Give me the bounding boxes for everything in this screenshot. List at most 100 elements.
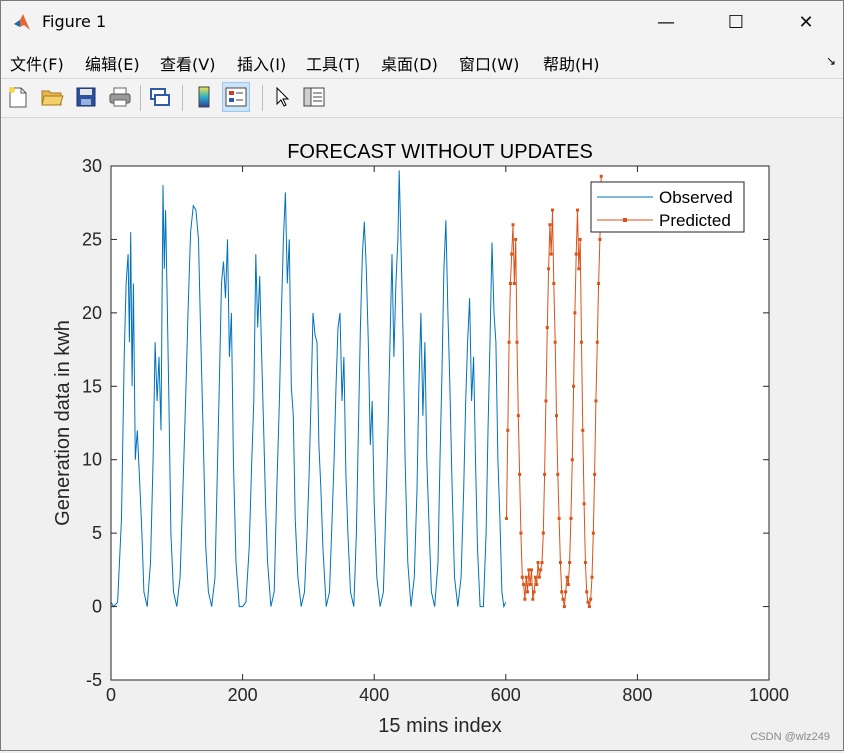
- matlab-logo-icon: [14, 14, 30, 30]
- data-point-predicted: [558, 561, 562, 565]
- x-axis-label: 15 mins index: [378, 715, 501, 737]
- data-point-predicted: [522, 583, 526, 587]
- data-point-predicted: [570, 458, 574, 462]
- data-point-predicted: [548, 223, 552, 227]
- toolbar-separator: [262, 85, 263, 111]
- line-chart[interactable]: 0 200 400 600 800 1000-5051015202530FORECAST …: [2, 118, 842, 749]
- property-inspector-icon[interactable]: [300, 82, 328, 112]
- data-point-predicted: [578, 237, 582, 241]
- y-tick-label: 20: [82, 303, 102, 323]
- data-point-predicted: [519, 531, 523, 535]
- x-tick-label: 800: [622, 685, 652, 705]
- toolbar-separator: [140, 85, 141, 111]
- data-point-predicted: [557, 516, 561, 520]
- data-point-predicted: [526, 590, 530, 594]
- colorbar-icon[interactable]: [190, 82, 218, 112]
- data-point-predicted: [573, 311, 577, 315]
- data-point-predicted: [504, 516, 508, 520]
- data-point-predicted: [514, 237, 518, 241]
- data-point-predicted: [576, 208, 580, 212]
- data-point-predicted: [564, 590, 568, 594]
- new-figure-icon[interactable]: [4, 82, 32, 112]
- data-point-predicted: [520, 575, 524, 579]
- minimize-button[interactable]: —: [644, 8, 688, 36]
- menu-help[interactable]: 帮助(H): [543, 51, 600, 75]
- data-point-predicted: [523, 597, 527, 601]
- y-tick-label: 25: [82, 229, 102, 249]
- data-point-predicted: [545, 326, 549, 330]
- dock-arrow-icon[interactable]: ↘: [826, 54, 836, 68]
- data-point-predicted: [577, 267, 581, 271]
- link-plot-icon[interactable]: [146, 82, 174, 112]
- menu-tools[interactable]: 工具(T): [306, 51, 360, 75]
- legend-marker-predicted: [623, 218, 627, 222]
- data-point-predicted: [527, 568, 531, 572]
- data-point-predicted: [594, 399, 598, 403]
- menu-file[interactable]: 文件(F): [10, 51, 64, 75]
- data-point-predicted: [524, 575, 528, 579]
- x-tick-label: 400: [359, 685, 389, 705]
- figure-toolbar: [0, 79, 844, 118]
- data-point-predicted: [544, 399, 548, 403]
- data-point-predicted: [547, 267, 551, 271]
- data-point-predicted: [512, 281, 516, 285]
- data-point-predicted: [552, 281, 556, 285]
- data-point-predicted: [554, 414, 558, 418]
- data-point-predicted: [551, 208, 555, 212]
- data-point-predicted: [518, 472, 522, 476]
- menu-insert[interactable]: 插入(I): [237, 51, 286, 75]
- data-point-predicted: [535, 583, 539, 587]
- menu-desktop[interactable]: 桌面(D): [381, 51, 438, 75]
- data-point-predicted: [531, 597, 535, 601]
- data-point-predicted: [597, 281, 601, 285]
- y-tick-label: 30: [82, 156, 102, 176]
- data-point-predicted: [539, 568, 543, 572]
- x-tick-label: 600: [491, 685, 521, 705]
- watermark: CSDN @wlz249: [750, 731, 830, 743]
- x-tick-label: 0: [106, 685, 116, 705]
- data-point-predicted: [574, 252, 578, 256]
- data-point-predicted: [589, 597, 593, 601]
- data-point-predicted: [556, 472, 560, 476]
- data-point-predicted: [593, 472, 597, 476]
- data-point-predicted: [537, 575, 541, 579]
- window-title: Figure 1: [42, 12, 107, 31]
- data-point-predicted: [540, 561, 544, 565]
- data-point-predicted: [579, 340, 583, 344]
- close-button[interactable]: ✕: [784, 8, 828, 36]
- legend-icon[interactable]: [222, 82, 250, 112]
- menu-edit[interactable]: 编辑(E): [85, 51, 140, 75]
- y-tick-label: 0: [92, 597, 102, 617]
- data-point-predicted: [506, 428, 510, 432]
- y-tick-label: 5: [92, 523, 102, 543]
- open-file-icon[interactable]: [38, 82, 66, 112]
- toolbar-separator: [182, 85, 183, 111]
- menu-view[interactable]: 查看(V): [160, 51, 215, 75]
- data-point-predicted: [560, 590, 564, 594]
- plot-area: [111, 166, 769, 680]
- menu-bar: 文件(F) 编辑(E) 查看(V) 插入(I) 工具(T) 桌面(D) 窗口(W…: [0, 44, 844, 79]
- y-tick-label: 10: [82, 450, 102, 470]
- data-point-predicted: [507, 340, 511, 344]
- data-point-predicted: [543, 472, 547, 476]
- data-point-predicted: [598, 237, 602, 241]
- data-point-predicted: [583, 561, 587, 565]
- y-tick-label: 15: [82, 376, 102, 396]
- data-point-predicted: [581, 428, 585, 432]
- data-point-predicted: [590, 575, 594, 579]
- data-point-predicted: [565, 575, 569, 579]
- menu-window[interactable]: 窗口(W): [459, 51, 519, 75]
- x-tick-label: 200: [228, 685, 258, 705]
- legend-label-predicted: Predicted: [659, 211, 731, 230]
- data-point-predicted: [582, 502, 586, 506]
- data-point-predicted: [595, 340, 599, 344]
- data-point-predicted: [599, 174, 603, 178]
- data-point-predicted: [566, 583, 570, 587]
- data-point-predicted: [561, 597, 565, 601]
- data-point-predicted: [553, 340, 557, 344]
- pointer-icon[interactable]: [268, 82, 296, 112]
- data-point-predicted: [516, 414, 520, 418]
- print-icon[interactable]: [106, 82, 134, 112]
- maximize-button[interactable]: ☐: [714, 8, 758, 36]
- save-icon[interactable]: [72, 82, 100, 112]
